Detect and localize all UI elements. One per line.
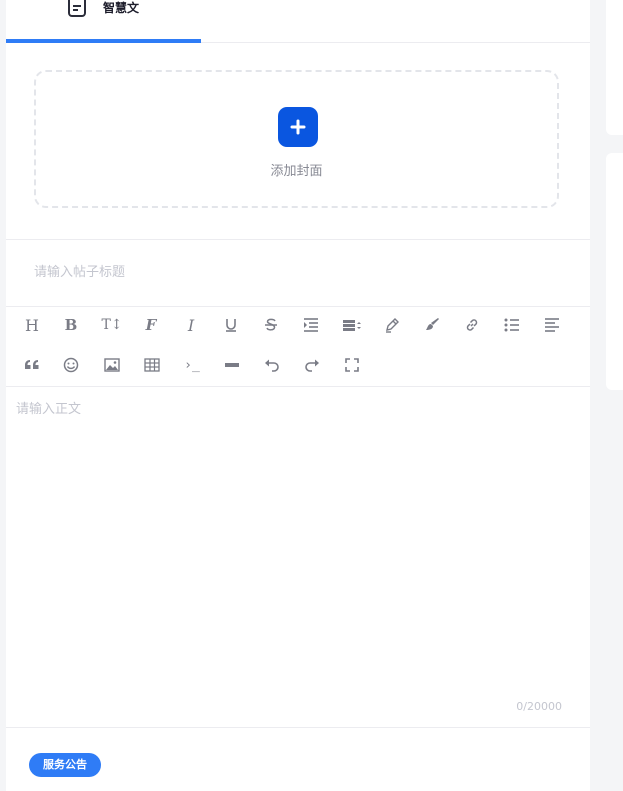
font-size-icon[interactable]: T↕: [99, 312, 125, 338]
active-tab-indicator: [6, 39, 201, 43]
tab-smart-article[interactable]: 智慧文: [6, 0, 201, 43]
line-height-icon[interactable]: [339, 312, 365, 338]
strikethrough-icon[interactable]: [258, 312, 284, 338]
background-color-icon[interactable]: [419, 312, 445, 338]
redo-icon[interactable]: [299, 352, 325, 378]
add-cover-area[interactable]: 添加封面: [34, 70, 559, 208]
italic-icon[interactable]: I: [178, 312, 204, 338]
tab-label: 智慧文: [103, 1, 140, 15]
table-icon[interactable]: [139, 352, 165, 378]
link-icon[interactable]: [459, 312, 485, 338]
heading-icon[interactable]: H: [19, 312, 45, 338]
editor-toolbar: H B T↕ F I ›_: [6, 306, 590, 387]
plus-icon: [290, 119, 306, 135]
font-family-icon[interactable]: F: [138, 312, 164, 338]
character-counter: 0/20000: [516, 700, 562, 713]
indent-icon[interactable]: [298, 312, 324, 338]
quote-icon[interactable]: [19, 352, 45, 378]
tab-bar: 智慧文: [6, 0, 590, 43]
topic-tag-service-notice[interactable]: 服务公告: [29, 753, 101, 777]
document-icon: [67, 0, 87, 18]
side-card-top: [606, 0, 623, 135]
side-card-middle: [606, 153, 623, 390]
page: 智慧文 添加封面 H B: [0, 0, 623, 791]
add-cover-button[interactable]: [278, 107, 318, 147]
add-cover-label: 添加封面: [270, 164, 323, 179]
post-editor-card: 智慧文 添加封面 H B: [6, 0, 590, 791]
bullet-list-icon[interactable]: [499, 312, 525, 338]
title-row: [6, 239, 590, 307]
undo-icon[interactable]: [259, 352, 285, 378]
emoji-icon[interactable]: [58, 352, 84, 378]
underline-icon[interactable]: [218, 312, 244, 338]
image-icon[interactable]: [99, 352, 125, 378]
divider-icon[interactable]: [219, 352, 245, 378]
align-left-icon[interactable]: [539, 312, 565, 338]
font-color-icon[interactable]: [379, 312, 405, 338]
post-title-input[interactable]: [34, 262, 554, 282]
post-body-editor[interactable]: [16, 398, 576, 698]
code-icon[interactable]: ›_: [179, 352, 205, 378]
bold-icon[interactable]: B: [58, 312, 84, 338]
fullscreen-icon[interactable]: [339, 352, 365, 378]
topic-tags-row: 服务公告: [6, 727, 590, 791]
